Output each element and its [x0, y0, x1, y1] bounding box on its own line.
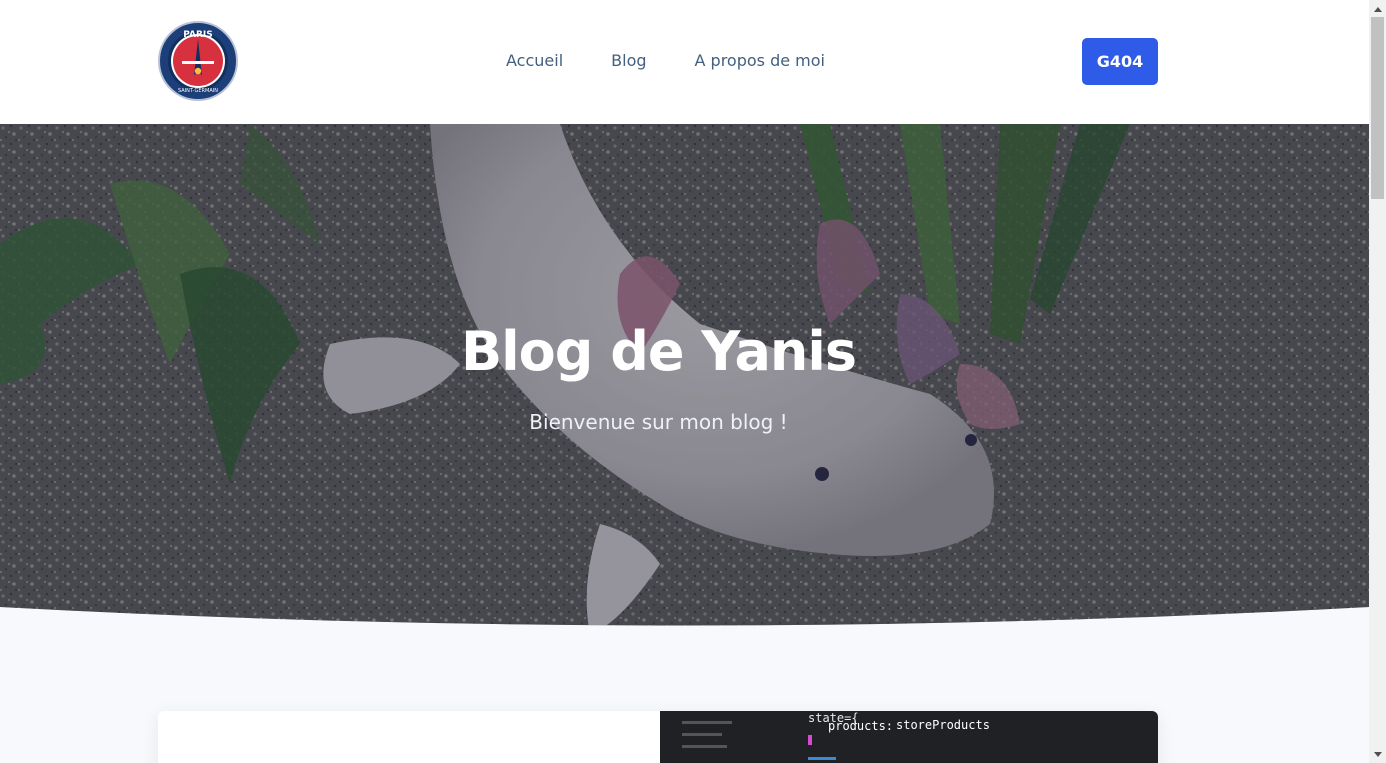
code-gutter-line — [682, 733, 722, 736]
page: PARIS SAINT-GERMAIN Accueil Blog A propo… — [0, 0, 1369, 763]
scroll-up-arrow-icon[interactable] — [1369, 0, 1386, 17]
code-line-products-value: storeProducts — [896, 718, 990, 732]
hero-subtitle: Bienvenue sur mon blog ! — [529, 410, 788, 434]
code-gutter-line — [682, 721, 732, 724]
nav-link-accueil[interactable]: Accueil — [506, 50, 563, 72]
svg-text:SAINT-GERMAIN: SAINT-GERMAIN — [178, 88, 218, 94]
article-code-image: state={ products: storeProducts — [660, 711, 1158, 763]
code-line-products-key: products: — [828, 719, 894, 733]
psg-logo[interactable]: PARIS SAINT-GERMAIN — [158, 21, 238, 101]
scroll-thumb[interactable] — [1371, 17, 1384, 199]
scroll-down-arrow-icon[interactable] — [1369, 746, 1386, 763]
nav-link-a-propos[interactable]: A propos de moi — [695, 50, 825, 72]
code-bracket — [808, 735, 812, 745]
nav-link-blog[interactable]: Blog — [611, 50, 646, 72]
site-header: PARIS SAINT-GERMAIN Accueil Blog A propo… — [0, 0, 1369, 124]
hero-title: Blog de Yanis — [461, 320, 857, 383]
g404-button[interactable]: G404 — [1082, 38, 1158, 85]
main-nav: Accueil Blog A propos de moi — [506, 50, 825, 72]
page-scrollbar[interactable] — [1369, 0, 1386, 763]
code-token — [808, 757, 836, 760]
svg-text:PARIS: PARIS — [183, 30, 213, 40]
code-gutter-line — [682, 745, 727, 748]
hero-banner: Blog de Yanis Bienvenue sur mon blog ! — [0, 124, 1369, 634]
article-card[interactable]: state={ products: storeProducts — [158, 711, 1158, 763]
